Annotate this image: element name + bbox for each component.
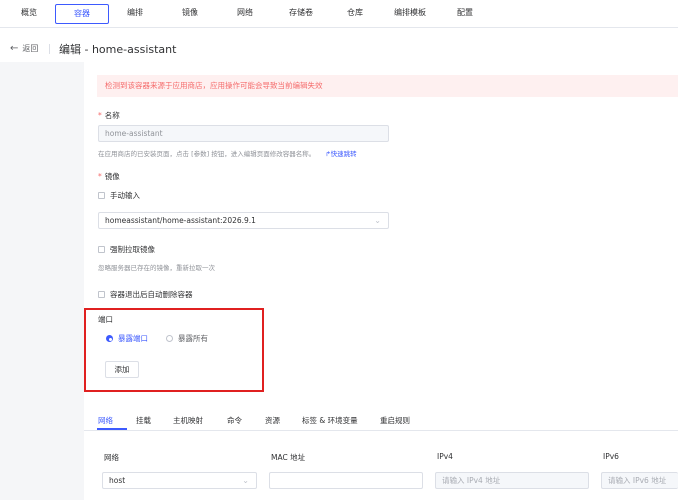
tab-compose[interactable]: 编排 [120, 4, 150, 24]
column-header-ipv6: IPv6 [603, 452, 619, 461]
ipv6-input[interactable]: 请输入 IPv6 地址 [601, 472, 678, 489]
tab-networks[interactable]: 网络 [230, 4, 260, 24]
tab-volumes[interactable]: 存储卷 [283, 4, 319, 24]
divider [49, 44, 50, 54]
tab-containers[interactable]: 容器 [55, 4, 109, 24]
checkbox-icon [98, 192, 105, 199]
ipv4-input[interactable]: 请输入 IPv4 地址 [435, 472, 589, 489]
arrow-left-icon: ← [10, 43, 19, 54]
tab-labels-env[interactable]: 标签 & 环境变量 [302, 415, 358, 426]
tab-network[interactable]: 网络 [98, 415, 113, 426]
name-input[interactable]: home-assistant [98, 125, 389, 142]
tab-settings[interactable]: 配置 [450, 4, 480, 24]
active-tab-indicator [97, 428, 127, 430]
image-select[interactable]: homeassistant/home-assistant:2026.9.1 ⌄ [98, 212, 389, 229]
config-tabs: 网络 挂载 主机映射 命令 资源 标签 & 环境变量 重启规则 [84, 407, 678, 431]
page-title: 编辑 - home-assistant [59, 43, 177, 56]
chevron-down-icon: ⌄ [242, 476, 249, 485]
column-header-ipv4: IPv4 [437, 452, 453, 461]
tab-restart-policy[interactable]: 重启规则 [380, 415, 410, 426]
warning-alert: 检测到该容器来源于应用商店，应用操作可能会导致当前编辑失效 [97, 75, 678, 97]
name-label: * 名称 [98, 111, 120, 120]
tab-overview[interactable]: 概览 [14, 4, 44, 24]
tab-registry[interactable]: 仓库 [340, 4, 370, 24]
mac-address-input[interactable] [269, 472, 423, 489]
image-label: * 镜像 [98, 172, 120, 181]
column-header-network: 网络 [104, 453, 119, 462]
tab-host-mapping[interactable]: 主机映射 [173, 415, 203, 426]
back-label: 返回 [22, 44, 39, 53]
tab-resources[interactable]: 资源 [265, 415, 280, 426]
chevron-down-icon: ⌄ [374, 216, 381, 225]
tab-command[interactable]: 命令 [227, 415, 242, 426]
tab-mounts[interactable]: 挂载 [136, 415, 151, 426]
network-select[interactable]: host ⌄ [102, 472, 257, 489]
top-nav: 概览 容器 编排 镜像 网络 存储卷 仓库 编排模板 配置 [0, 0, 678, 28]
manual-input-checkbox[interactable]: 手动输入 [98, 190, 140, 201]
left-gutter-bottom [0, 431, 84, 500]
back-button[interactable]: ← 返回 [10, 43, 38, 54]
tab-images[interactable]: 镜像 [175, 4, 205, 24]
checkbox-icon [98, 291, 105, 298]
name-hint: 在应用商店的已安装页面，点击 [参数] 按钮，进入编辑页面修改容器名称。 ↱快速跳… [98, 150, 357, 158]
auto-remove-checkbox[interactable]: 容器退出后自动删除容器 [98, 289, 193, 300]
force-pull-checkbox[interactable]: 强制拉取镜像 [98, 244, 155, 255]
checkbox-icon [98, 246, 105, 253]
quick-jump-link[interactable]: ↱快速跳转 [325, 150, 356, 158]
tab-compose-templates[interactable]: 编排模板 [388, 4, 432, 24]
page-header: ← 返回 编辑 - home-assistant [0, 36, 678, 62]
force-pull-hint: 忽略服务器已存在的镜像，重新拉取一次 [98, 264, 215, 272]
highlight-box [84, 308, 264, 392]
column-header-mac: MAC 地址 [271, 453, 306, 462]
